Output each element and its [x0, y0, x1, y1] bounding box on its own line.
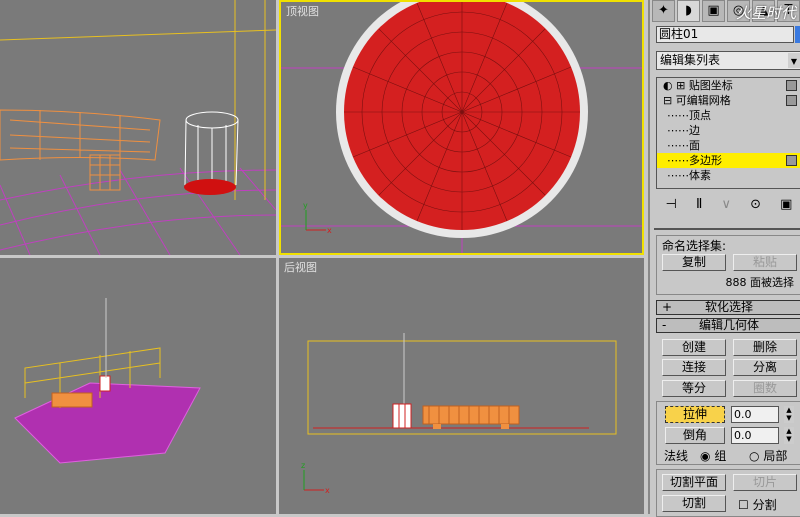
modifier-list-label: 编辑集列表: [660, 53, 721, 67]
soft-selection-rollout-header[interactable]: + 软化选择: [656, 300, 800, 315]
show-end-result-icon[interactable]: Ⅱ: [696, 197, 702, 217]
stack-item-label: 可编辑网格: [675, 94, 731, 107]
divider: [654, 228, 800, 230]
radio-label: 组: [714, 449, 727, 463]
modify-tab-icon[interactable]: ◗: [677, 0, 700, 22]
tree-line: ⋯⋯: [667, 169, 689, 182]
back-viewport[interactable]: xz 后视图: [279, 258, 644, 514]
delete-button[interactable]: 删除: [733, 339, 797, 356]
stack-item-editable-mesh[interactable]: ⊟ 可编辑网格: [657, 93, 800, 108]
toggle-box-icon[interactable]: [786, 95, 797, 106]
modifier-stack: ◐ ⊞ 贴图坐标 ⊟ 可编辑网格 ⋯⋯顶点 ⋯⋯边 ⋯⋯面 ⋯⋯多边形 ⋯⋯体素: [656, 77, 800, 189]
bevel-button[interactable]: 倒角: [665, 427, 725, 444]
local-radio[interactable]: ○ 局部: [749, 447, 787, 464]
extrude-spinner-arrows[interactable]: ▲ ▼: [784, 406, 794, 423]
group-radio[interactable]: ◉ 组: [700, 447, 726, 464]
split-checkbox[interactable]: ☐ 分割: [738, 496, 777, 513]
slice-plane-button[interactable]: 切割平面: [662, 474, 726, 491]
collapse-icon: -: [662, 318, 667, 332]
tree-line: ⋯⋯: [667, 109, 689, 122]
stack-item-edge[interactable]: ⋯⋯边: [657, 123, 800, 138]
tree-line: ⋯⋯: [667, 139, 689, 152]
modifier-list-dropdown[interactable]: 编辑集列表 ▼: [656, 51, 800, 70]
bevel-amount-input[interactable]: 0.0: [731, 427, 779, 444]
extrude-button[interactable]: 拉伸: [665, 406, 725, 423]
create-tab-icon[interactable]: ✦: [652, 0, 675, 22]
radio-checked-icon: ◉: [700, 449, 711, 463]
rollout-title: 编辑几何体: [698, 318, 759, 332]
selection-status: 888 面被选择: [725, 276, 795, 289]
extrude-amount-input[interactable]: 0.0: [731, 406, 779, 423]
stack-item-label: 多边形: [689, 154, 722, 167]
stack-item-polygon[interactable]: ⋯⋯多边形: [657, 153, 800, 168]
named-selection-title: 命名选择集:: [662, 239, 727, 253]
attach-button[interactable]: 连接: [662, 359, 726, 376]
slice-button[interactable]: 切片: [733, 474, 797, 491]
detach-button[interactable]: 分离: [733, 359, 797, 376]
viewport-label: 后视图: [284, 261, 317, 274]
svg-text:x: x: [325, 486, 330, 495]
bevel-spinner-arrows[interactable]: ▲ ▼: [784, 427, 794, 444]
perspective-scene-2: [14, 298, 201, 464]
rollout-title: 软化选择: [704, 300, 753, 314]
top-viewport[interactable]: xy 顶视图: [279, 0, 644, 255]
toggle-box-icon[interactable]: [786, 155, 797, 166]
remove-modifier-icon[interactable]: ⊙: [750, 197, 761, 217]
stack-item-label: 顶点: [689, 109, 711, 122]
viewport-label: 顶视图: [286, 5, 319, 18]
stack-item-element[interactable]: ⋯⋯体素: [657, 168, 800, 183]
svg-text:y: y: [303, 201, 308, 210]
stack-item-label: 面: [689, 139, 700, 152]
checkbox-label: 分割: [752, 498, 777, 512]
stack-item-label: 边: [689, 124, 700, 137]
object-name-input[interactable]: 圆柱01: [656, 26, 794, 43]
perspective-viewport[interactable]: [0, 0, 276, 255]
command-panel: ✦ ◗ ▣ ◎ ▲ T 火星时代 圆柱01 编辑集列表 ▼ ◐ ⊞ 贴图坐标 ⊟ …: [648, 0, 800, 517]
edit-geometry-rollout-header[interactable]: - 编辑几何体: [656, 318, 800, 333]
stack-item-label: 体素: [689, 169, 711, 182]
checkbox-icon: ☐: [738, 498, 749, 512]
stack-item-uvw-map[interactable]: ◐ ⊞ 贴图坐标: [657, 78, 800, 93]
stack-item-face[interactable]: ⋯⋯面: [657, 138, 800, 153]
stack-item-label: 贴图坐标: [688, 79, 733, 92]
left-viewport[interactable]: [0, 258, 276, 514]
pin-stack-icon[interactable]: ⊣: [666, 197, 677, 217]
collapse-icon[interactable]: ⊟: [663, 94, 672, 107]
toggle-box-icon[interactable]: [786, 80, 797, 91]
radio-unchecked-icon: ○: [749, 449, 760, 463]
configure-modifier-sets-icon[interactable]: ▣: [780, 197, 792, 217]
hierarchy-tab-icon[interactable]: ▣: [702, 0, 725, 22]
stack-toolbar: ⊣ Ⅱ ∨ ⊙ ▣: [656, 197, 800, 217]
chevron-down-icon: ▼: [788, 53, 800, 68]
stack-item-icons[interactable]: ◐ ⊞: [663, 79, 685, 92]
watermark-logo: 火星时代: [735, 4, 796, 22]
turn-button[interactable]: 圈数: [733, 380, 797, 397]
stack-item-vertex[interactable]: ⋯⋯顶点: [657, 108, 800, 123]
paste-button[interactable]: 粘贴: [733, 254, 797, 271]
divide-button[interactable]: 等分: [662, 380, 726, 397]
expand-icon: +: [662, 300, 673, 314]
object-color-swatch[interactable]: [795, 26, 800, 43]
tree-line: ⋯⋯: [667, 124, 689, 137]
normal-label: 法线: [664, 449, 689, 463]
back-view-scene: xz: [301, 333, 617, 495]
svg-text:z: z: [301, 461, 305, 470]
cut-button[interactable]: 切割: [662, 495, 726, 512]
perspective-scene: [0, 0, 276, 255]
radio-label: 局部: [763, 449, 788, 463]
top-view-scene: xy: [281, 2, 642, 253]
create-button[interactable]: 创建: [662, 339, 726, 356]
tree-line: ⋯⋯: [667, 154, 689, 167]
copy-button[interactable]: 复制: [662, 254, 726, 271]
svg-text:x: x: [327, 226, 332, 235]
make-unique-icon[interactable]: ∨: [722, 197, 732, 217]
